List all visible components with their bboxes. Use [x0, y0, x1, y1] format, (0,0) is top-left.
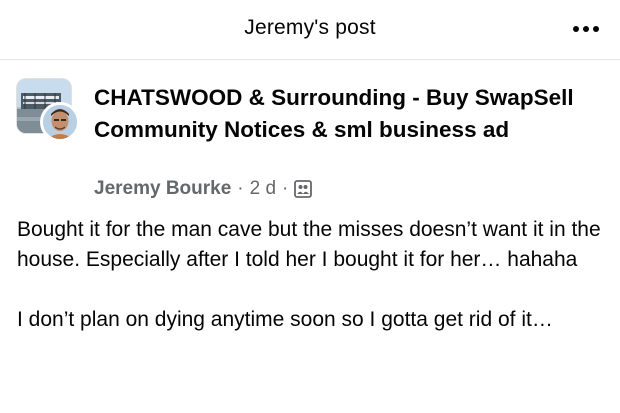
more-horizontal-icon [593, 26, 599, 32]
group-members-icon [294, 180, 313, 198]
author-name-link[interactable]: Jeremy Bourke [94, 178, 231, 200]
post-meta: Jeremy Bourke · 2 d · [94, 178, 313, 200]
meta-separator: · [237, 178, 244, 199]
user-avatar[interactable] [40, 102, 80, 142]
post-header: Jeremy's post [0, 0, 620, 60]
more-horizontal-icon [573, 26, 579, 32]
group-name-link[interactable]: CHATSWOOD & Surrounding - Buy SwapSell C… [94, 82, 594, 145]
profile-photo-icon [43, 105, 77, 139]
post-body-text: Bought it for the man cave but the misse… [17, 218, 601, 331]
post-timestamp[interactable]: 2 d [250, 178, 276, 200]
more-horizontal-icon [583, 26, 589, 32]
page-title: Jeremy's post [244, 16, 376, 39]
more-options-button[interactable] [566, 14, 606, 44]
group-avatar[interactable] [16, 78, 80, 142]
meta-separator: · [282, 178, 289, 199]
